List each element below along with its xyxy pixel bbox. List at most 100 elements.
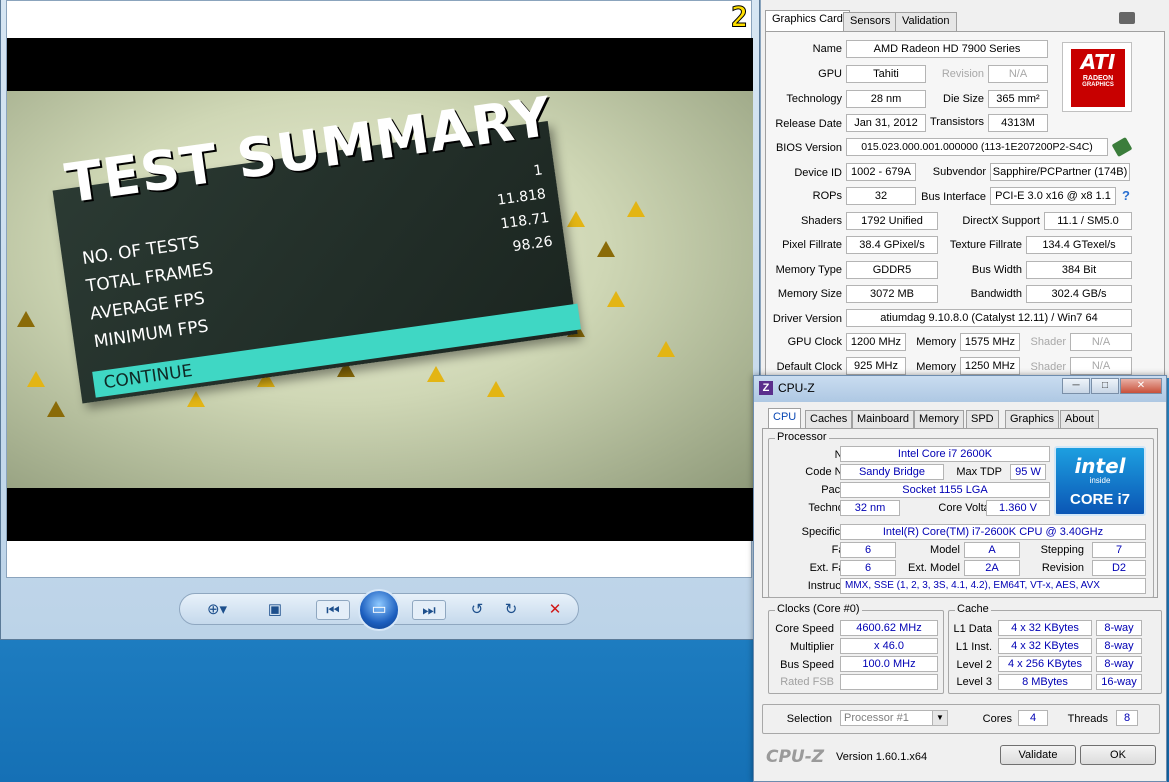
chevron-down-icon[interactable]: ▼: [932, 711, 947, 725]
decor-triangle: [47, 401, 65, 417]
die-size-label: Die Size: [943, 93, 984, 105]
cpu-name-field: Intel Core i7 2600K: [840, 446, 1050, 462]
bus-speed-label: Bus Speed: [780, 659, 834, 671]
summary-value: 118.71: [499, 209, 551, 233]
ati-radeon-logo: ATI RADEON GRAPHICS: [1062, 42, 1132, 112]
threads-field: 8: [1116, 710, 1138, 726]
cores-field: 4: [1018, 710, 1048, 726]
l1-data-field: 4 x 32 KBytes: [998, 620, 1092, 636]
tab-memory[interactable]: Memory: [914, 410, 964, 428]
tab-validation[interactable]: Validation: [895, 12, 957, 31]
core-voltage-field: 1.360 V: [986, 500, 1050, 516]
rated-fsb-label: Rated FSB: [780, 676, 834, 688]
directx-label: DirectX Support: [962, 215, 1040, 227]
default-memory-field: 1250 MHz: [960, 357, 1020, 375]
threads-label: Threads: [1067, 713, 1108, 725]
cpuz-brand: CPU-Z: [766, 747, 825, 767]
driver-version-label: Driver Version: [772, 313, 842, 325]
maximize-icon[interactable]: □: [1091, 378, 1119, 394]
texture-fillrate-field: 134.4 GTexel/s: [1026, 236, 1132, 254]
tab-about[interactable]: About: [1060, 410, 1099, 428]
delete-icon[interactable]: ✕: [542, 600, 568, 620]
graphics-logo-text: GRAPHICS: [1082, 82, 1114, 88]
validate-button[interactable]: Validate: [1000, 745, 1076, 765]
tab-spd[interactable]: SPD: [966, 410, 999, 428]
bios-save-icon[interactable]: [1111, 136, 1133, 158]
decor-triangle: [607, 291, 625, 307]
decor-triangle: [427, 366, 445, 382]
default-shader-field: N/A: [1070, 357, 1132, 375]
default-shader-label: Shader: [1030, 361, 1066, 373]
rotate-left-icon[interactable]: ↺: [464, 600, 490, 620]
game-screenshot: NO. OF TESTS 1 TOTAL FRAMES 11.818 AVERA…: [7, 91, 753, 488]
bandwidth-field: 302.4 GB/s: [1026, 285, 1132, 303]
pixel-fillrate-field: 38.4 GPixel/s: [846, 236, 938, 254]
multiplier-field: x 46.0: [840, 638, 938, 654]
decor-triangle: [487, 381, 505, 397]
l1-data-way-field: 8-way: [1096, 620, 1142, 636]
bus-width-field: 384 Bit: [1026, 261, 1132, 279]
ext-model-field: 2A: [964, 560, 1020, 576]
decor-triangle: [27, 371, 45, 387]
decor-triangle: [17, 311, 35, 327]
zoom-icon[interactable]: ⊕▾: [204, 600, 230, 620]
close-icon[interactable]: ✕: [1120, 378, 1162, 394]
ok-button[interactable]: OK: [1080, 745, 1156, 765]
l1-inst-way-field: 8-way: [1096, 638, 1142, 654]
subvendor-label: Subvendor: [932, 166, 986, 178]
specification-field: Intel(R) Core(TM) i7-2600K CPU @ 3.40GHz: [840, 524, 1146, 540]
technology-label: Technology: [786, 93, 842, 105]
core-i7-text: CORE i7: [1069, 491, 1130, 508]
tab-graphics[interactable]: Graphics: [1005, 410, 1060, 428]
transistors-field: 4313M: [988, 114, 1048, 132]
package-field: Socket 1155 LGA: [840, 482, 1050, 498]
tab-sensors[interactable]: Sensors: [843, 12, 898, 31]
tab-caches[interactable]: Caches: [805, 410, 853, 428]
level2-field: 4 x 256 KBytes: [998, 656, 1092, 672]
instructions-field: MMX, SSE (1, 2, 3, 3S, 4.1, 4.2), EM64T,…: [840, 578, 1146, 594]
technology-field: 28 nm: [846, 90, 926, 108]
bus-interface-label: Bus Interface: [921, 191, 986, 203]
gpuz-window: Graphics Card Sensors Validation Name AM…: [760, 0, 1169, 378]
tab-cpu[interactable]: CPU: [768, 408, 802, 428]
name-label: Name: [812, 43, 842, 55]
slideshow-icon[interactable]: ▭: [358, 589, 400, 631]
bios-version-field: 015.023.000.001.000000 (113-1E207200P2-S…: [846, 138, 1108, 156]
model-field: A: [964, 542, 1020, 558]
fps-frame-counter: 2: [731, 0, 749, 33]
fit-window-icon[interactable]: ▣: [262, 600, 288, 620]
intel-core-i7-logo: intel inside CORE i7: [1054, 446, 1146, 516]
core-speed-label: Core Speed: [775, 623, 834, 635]
rops-field: 32: [846, 187, 916, 205]
next-icon[interactable]: ⏭: [412, 600, 446, 620]
memory-clock-field: 1575 MHz: [960, 333, 1020, 351]
level3-label: Level 3: [956, 676, 992, 688]
summary-value: 11.818: [496, 186, 547, 209]
family-field: 6: [840, 542, 896, 558]
code-name-field: Sandy Bridge: [840, 464, 944, 480]
technology-field: 32 nm: [840, 500, 900, 516]
cores-label: Cores: [982, 713, 1012, 725]
minimize-icon[interactable]: ─: [1062, 378, 1090, 394]
shader-clock-field: N/A: [1070, 333, 1132, 351]
level3-way-field: 16-way: [1096, 674, 1142, 690]
tab-mainboard[interactable]: Mainboard: [852, 410, 914, 428]
letterbox-bottom: [7, 488, 753, 541]
memory-size-label: Memory Size: [777, 288, 842, 300]
default-clock-label: Default Clock: [776, 361, 842, 373]
window-title: CPU-Z: [778, 381, 815, 395]
revision-label: Revision: [941, 68, 984, 80]
help-icon[interactable]: ?: [1122, 188, 1130, 203]
version-text: Version 1.60.1.x64: [836, 751, 928, 763]
processor-group-title: Processor: [775, 431, 829, 443]
camera-icon[interactable]: [1119, 12, 1135, 24]
rotate-right-icon[interactable]: ↻: [498, 600, 524, 620]
tab-graphics-card[interactable]: Graphics Card: [765, 10, 850, 31]
memory-clock-label: Memory: [916, 336, 956, 348]
cpuz-titlebar[interactable]: Z CPU-Z ─ □ ✕: [754, 376, 1166, 402]
previous-icon[interactable]: ⏮: [316, 600, 350, 620]
stepping-field: 7: [1092, 542, 1146, 558]
level2-way-field: 8-way: [1096, 656, 1142, 672]
subvendor-field: Sapphire/PCPartner (174B): [990, 163, 1130, 181]
memory-size-field: 3072 MB: [846, 285, 938, 303]
